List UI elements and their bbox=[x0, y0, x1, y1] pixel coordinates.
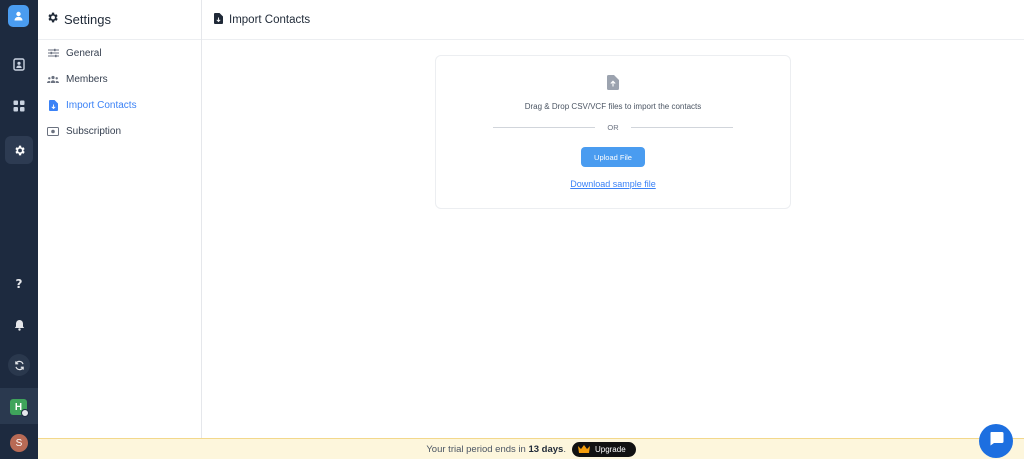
sidebar-title: Settings bbox=[64, 12, 111, 27]
money-icon bbox=[47, 125, 59, 137]
sidebar-item-import-contacts[interactable]: Import Contacts bbox=[38, 92, 201, 118]
help-icon[interactable]: ? bbox=[5, 270, 33, 298]
sync-icon[interactable] bbox=[8, 354, 30, 376]
page-title: Import Contacts bbox=[229, 13, 311, 26]
sidebar-item-general[interactable]: General bbox=[38, 40, 201, 66]
chat-bubble-icon bbox=[989, 431, 1004, 451]
sliders-icon bbox=[47, 47, 59, 59]
workspace-status-badge bbox=[21, 409, 29, 417]
address-book-icon[interactable] bbox=[5, 50, 33, 78]
main-content: Import Contacts Drag & Drop CSV/VCF file… bbox=[202, 0, 1024, 438]
gear-icon[interactable] bbox=[5, 136, 33, 164]
app-rail: ? H S bbox=[0, 0, 38, 459]
sidebar-header: Settings bbox=[38, 0, 201, 40]
sidebar-item-label: General bbox=[66, 47, 102, 59]
divider-line bbox=[630, 126, 733, 128]
upgrade-label: Upgrade bbox=[594, 444, 626, 454]
page-header: Import Contacts bbox=[202, 0, 1024, 40]
file-dropzone[interactable]: Drag & Drop CSV/VCF files to import the … bbox=[435, 55, 791, 209]
trial-days: 13 days bbox=[528, 443, 564, 455]
file-import-icon bbox=[214, 11, 223, 29]
trial-suffix: . bbox=[563, 443, 566, 455]
file-upload-icon bbox=[607, 75, 619, 95]
file-import-icon bbox=[47, 99, 59, 111]
contacts-logo-icon[interactable] bbox=[8, 5, 29, 27]
trial-banner: Your trial period ends in 13 days. Upgra… bbox=[38, 438, 1024, 459]
or-divider: OR bbox=[493, 122, 733, 132]
upload-file-button[interactable]: Upload File bbox=[581, 147, 645, 167]
settings-sidebar: Settings General Members Import Contacts… bbox=[38, 0, 202, 438]
upgrade-button[interactable]: Upgrade bbox=[571, 441, 636, 457]
dropzone-instruction: Drag & Drop CSV/VCF files to import the … bbox=[524, 102, 702, 111]
bell-icon[interactable] bbox=[5, 311, 33, 339]
sidebar-item-label: Members bbox=[66, 73, 108, 85]
or-label: OR bbox=[607, 122, 619, 132]
sidebar-item-members[interactable]: Members bbox=[38, 66, 201, 92]
download-sample-link[interactable]: Download sample file bbox=[436, 179, 790, 189]
apps-grid-icon[interactable] bbox=[5, 92, 33, 120]
sidebar-item-label: Subscription bbox=[66, 125, 122, 137]
chat-button[interactable] bbox=[979, 424, 1013, 458]
avatar[interactable]: S bbox=[10, 434, 28, 452]
users-icon bbox=[47, 73, 59, 85]
gear-icon bbox=[46, 11, 59, 29]
sidebar-item-subscription[interactable]: Subscription bbox=[38, 118, 201, 144]
sidebar-menu: General Members Import Contacts Subscrip… bbox=[38, 40, 201, 144]
sidebar-item-label: Import Contacts bbox=[66, 99, 137, 111]
divider-line bbox=[493, 126, 596, 128]
trial-message: Your trial period ends in 13 days. bbox=[426, 444, 566, 455]
trial-prefix: Your trial period ends in bbox=[426, 443, 526, 455]
crown-icon bbox=[577, 445, 590, 453]
